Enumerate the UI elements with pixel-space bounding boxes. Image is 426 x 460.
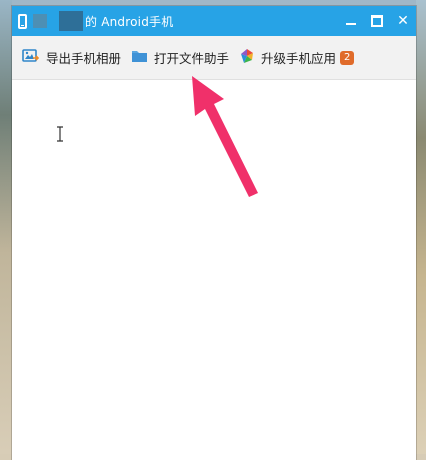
redacted-block bbox=[59, 11, 83, 31]
redacted-block bbox=[33, 14, 47, 28]
app-upgrade-icon bbox=[239, 48, 255, 68]
maximize-button[interactable] bbox=[364, 6, 390, 36]
export-photos-label: 导出手机相册 bbox=[46, 51, 122, 66]
text-cursor-icon bbox=[57, 126, 63, 142]
update-count-badge: 2 bbox=[340, 50, 355, 65]
close-button[interactable]: ✕ bbox=[390, 6, 416, 36]
folder-icon bbox=[131, 48, 148, 67]
export-photos-button[interactable]: 导出手机相册 bbox=[22, 48, 121, 68]
upgrade-apps-label: 升级手机应用 bbox=[261, 51, 337, 66]
minimize-icon bbox=[346, 23, 356, 25]
app-window: 的 Android手机 ✕ 导出手机相册 打开文件助手 升级手机应用 2 bbox=[12, 6, 416, 460]
desktop-background-right bbox=[416, 0, 426, 460]
minimize-button[interactable] bbox=[338, 6, 364, 36]
phone-icon bbox=[18, 13, 27, 29]
close-icon: ✕ bbox=[397, 13, 409, 29]
window-title: 的 Android手机 bbox=[85, 14, 174, 29]
toolbar: 导出手机相册 打开文件助手 升级手机应用 2 bbox=[12, 36, 416, 80]
upgrade-apps-button[interactable]: 升级手机应用 2 bbox=[239, 48, 355, 68]
open-file-helper-button[interactable]: 打开文件助手 bbox=[131, 48, 229, 67]
export-photo-icon bbox=[22, 48, 40, 68]
window-controls: ✕ bbox=[338, 6, 416, 36]
title-bar[interactable]: 的 Android手机 ✕ bbox=[12, 6, 416, 36]
open-file-helper-label: 打开文件助手 bbox=[154, 51, 230, 66]
content-area[interactable] bbox=[12, 81, 416, 460]
desktop-background-left bbox=[0, 0, 12, 460]
maximize-icon bbox=[371, 15, 383, 27]
